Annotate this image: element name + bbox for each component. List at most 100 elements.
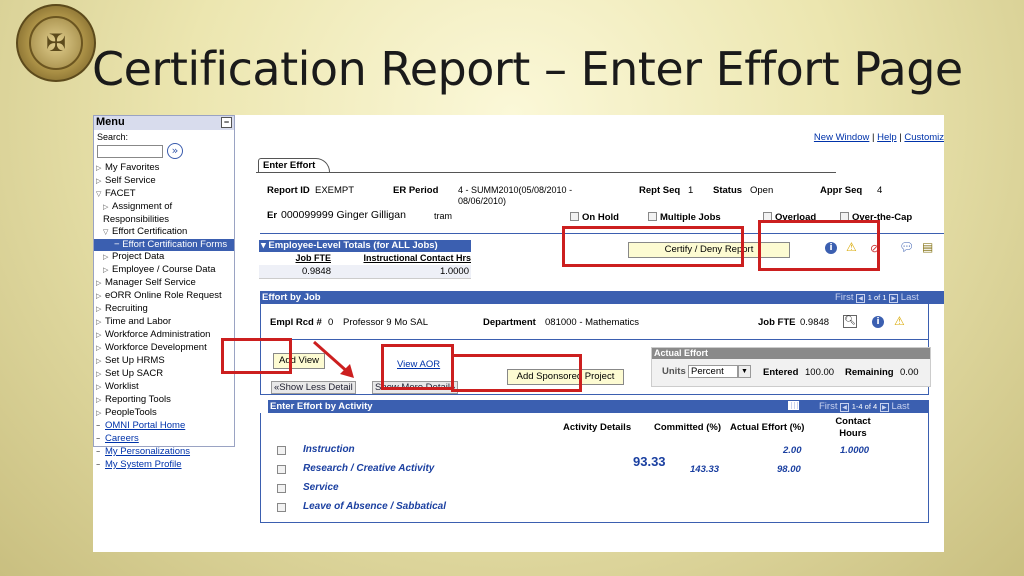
activity-bar: Enter Effort by Activity First ◀ 1-4 of … — [268, 400, 929, 413]
tab-divider — [256, 172, 836, 173]
menu-item-peopletools[interactable]: ▷ PeopleTools — [94, 407, 234, 420]
menu-item-eorr[interactable]: ▷ eORR Online Role Request — [94, 290, 234, 303]
multiple-jobs-checkbox[interactable]: Multiple Jobs — [648, 212, 721, 223]
effort-by-job-title: Effort by Job — [262, 292, 321, 303]
help-link[interactable]: Help — [877, 132, 897, 143]
row-checkbox-instruction[interactable] — [277, 446, 289, 457]
appr-seq-value: 4 — [877, 185, 883, 196]
employee-label: Er — [267, 210, 278, 221]
menu-item-manager-self-service[interactable]: ▷ Manager Self Service — [94, 277, 234, 290]
row-checkbox-service[interactable] — [277, 484, 289, 495]
menu-item-omni-portal-home[interactable]: − OMNI Portal Home — [94, 420, 234, 433]
menu-item-my-favorites[interactable]: ▷ My Favorites — [94, 162, 234, 175]
job-pager-last[interactable]: Last — [901, 292, 919, 303]
grid-view-icon[interactable] — [788, 401, 799, 410]
red-arrow-icon — [313, 340, 354, 378]
committed-overlay-value: 93.33 — [631, 454, 668, 469]
on-hold-checkbox[interactable]: On Hold — [570, 212, 619, 223]
row-checkbox-leave[interactable] — [277, 503, 289, 514]
report-id-label: Report ID — [267, 185, 310, 196]
menu-item-effort-certification-forms[interactable]: − Effort Certification Forms — [94, 239, 234, 251]
highlight-status-icons — [758, 220, 880, 271]
menu-item-time-and-labor[interactable]: ▷ Time and Labor — [94, 316, 234, 329]
employee-name: 000099999 Ginger Gilligan — [281, 209, 406, 221]
empl-rcd-label: Empl Rcd # — [270, 317, 322, 328]
menu-item-workforce-development[interactable]: ▷ Workforce Development — [94, 342, 234, 355]
highlight-add-sponsored — [451, 354, 582, 392]
highlight-certify-button — [562, 226, 744, 267]
seal-emblem: ✠ — [29, 16, 83, 70]
job-title: Professor 9 Mo SAL — [343, 317, 429, 328]
menu-search-input[interactable] — [97, 144, 163, 158]
menu-item-employee-course-data[interactable]: ▷ Employee / Course Data — [94, 264, 234, 277]
menu-item-my-system-profile[interactable]: − My System Profile — [94, 459, 234, 472]
show-less-detail-button[interactable]: «Show Less Detail — [271, 381, 356, 394]
collapse-icon[interactable]: − — [221, 117, 232, 128]
menu-title: Menu — [96, 116, 125, 128]
col-contact-hours: Contact Hours — [835, 416, 871, 439]
employee-suffix: tram — [434, 211, 452, 221]
menu-item-worklist[interactable]: ▷ Worklist — [94, 381, 234, 394]
search-go-icon[interactable]: » — [167, 143, 183, 159]
customize-link[interactable]: Customiz — [904, 132, 944, 143]
activity-title: Enter Effort by Activity — [270, 401, 373, 412]
activity-row-instruction[interactable]: Instruction — [303, 443, 355, 457]
totals-job-fte-value: 0.9848 — [301, 266, 331, 277]
slide-title: Certification Report – Enter Effort Page — [92, 42, 963, 96]
department-label: Department — [483, 317, 536, 328]
menu-item-self-service[interactable]: ▷ Self Service — [94, 175, 234, 188]
row-checkbox-research[interactable] — [277, 465, 289, 476]
totals-title: ▾ Employee-Level Totals (for ALL Jobs) — [259, 240, 471, 252]
activity-row-service[interactable]: Service — [303, 481, 339, 495]
job-pager-first[interactable]: First — [835, 292, 853, 303]
empl-rcd-value: 0 — [328, 317, 334, 328]
menu-search-label: Search: — [97, 132, 129, 142]
rept-seq-label: Rept Seq — [639, 185, 681, 196]
highlight-view-aor — [381, 344, 454, 390]
menu-item-effort-certification[interactable]: ▽ Effort Certification — [94, 226, 234, 239]
menu-item-project-data[interactable]: ▷ Project Data — [94, 251, 234, 264]
status-value: Open — [750, 185, 774, 196]
menu-item-recruiting[interactable]: ▷ Recruiting — [94, 303, 234, 316]
job-warning-icon[interactable]: ⚠ — [894, 315, 905, 328]
menu-item-my-personalizations[interactable]: − My Personalizations — [94, 446, 234, 459]
employee-totals: ▾ Employee-Level Totals (for ALL Jobs) J… — [259, 240, 471, 279]
menu-item-set-up-hrms[interactable]: ▷ Set Up HRMS — [94, 355, 234, 368]
menu-item-careers[interactable]: − Careers — [94, 433, 234, 446]
menu-item-set-up-sacr[interactable]: ▷ Set Up SACR — [94, 368, 234, 381]
left-menu: Menu − Search: » ▷ My Favorites ▷ Self Ser… — [93, 115, 235, 470]
chevron-down-icon[interactable]: ▼ — [738, 365, 751, 378]
menu-header: Menu − — [94, 116, 234, 130]
comment-icon[interactable]: 💬︎ — [899, 241, 914, 254]
entered-label: Entered — [763, 367, 799, 378]
units-select[interactable]: Percent ▼ — [688, 365, 751, 378]
menu-item-workforce-administration[interactable]: ▷ Workforce Administration — [94, 329, 234, 342]
totals-contact-hrs-value: 1.0000 — [439, 266, 469, 277]
entered-value: 100.00 — [805, 367, 835, 378]
activity-prev-icon[interactable]: ◀ — [840, 403, 850, 412]
tab-enter-effort[interactable]: Enter Effort — [258, 158, 331, 173]
er-period-value: 4 - SUMM2010(05/08/2010 - 08/06/2010) — [458, 185, 573, 206]
menu-item-reporting-tools[interactable]: ▷ Reporting Tools — [94, 394, 234, 407]
activity-row-leave[interactable]: Leave of Absence / Sabbatical — [303, 500, 446, 514]
units-label: Units — [662, 366, 686, 377]
menu-item-facet[interactable]: ▽ FACET — [94, 188, 234, 201]
job-pager-count: 1 of 1 — [867, 293, 887, 302]
activity-pager-count: 1-4 of 4 — [851, 402, 878, 411]
lookup-icon[interactable]: 🔍︎ — [843, 315, 857, 328]
actual-instruction[interactable]: 2.00 — [783, 445, 802, 456]
job-info-icon[interactable]: i — [872, 316, 884, 328]
menu-item-assignment[interactable]: ▷ Assignment of Responsibilities — [94, 201, 234, 226]
committed-research: 143.33 — [690, 464, 720, 475]
col-activity-details: Activity Details — [563, 422, 632, 433]
activity-row-research[interactable]: Research / Creative Activity — [303, 462, 434, 476]
activity-pager-last[interactable]: Last — [891, 401, 909, 412]
activity-pager-first[interactable]: First — [819, 401, 837, 412]
actual-research[interactable]: 98.00 — [777, 464, 801, 475]
notes-icon[interactable]: ▤ — [922, 241, 933, 254]
new-window-link[interactable]: New Window — [814, 132, 869, 143]
contact-instruction[interactable]: 1.0000 — [840, 445, 869, 456]
activity-next-icon[interactable]: ▶ — [879, 403, 889, 412]
next-icon[interactable]: ▶ — [889, 294, 899, 303]
prev-icon[interactable]: ◀ — [856, 294, 866, 303]
